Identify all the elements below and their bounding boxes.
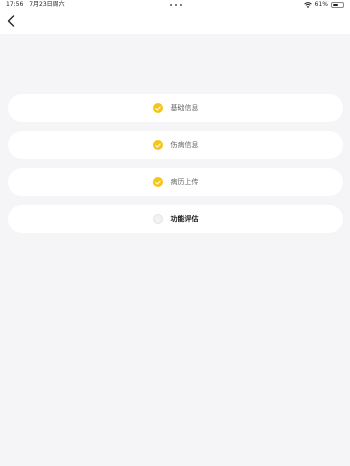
status-date: 7月23日周六 [29,1,65,8]
step-label: 伤病信息 [170,141,199,149]
status-time: 17:56 [6,1,24,8]
back-button[interactable] [4,14,18,28]
check-icon [152,140,163,150]
multitasking-dots-icon[interactable] [170,4,182,7]
status-right: 61% [303,0,344,10]
step-medical-record-upload[interactable]: 病历上传 [8,168,343,196]
chevron-left-icon [7,15,15,27]
step-label: 基础信息 [170,104,199,112]
check-icon [152,103,163,113]
wifi-icon [303,2,312,8]
empty-circle-icon [152,214,163,224]
step-injury-info[interactable]: 伤病信息 [8,131,343,159]
nav-bar [0,10,350,34]
status-bar: 17:56 7月23日周六 61% [0,0,350,10]
battery-icon [331,2,344,8]
step-function-assessment[interactable]: 功能评估 [8,205,343,233]
step-label: 病历上传 [170,178,199,186]
check-icon [152,177,163,187]
step-list: 基础信息 伤病信息 病历上传 功能评估 [8,94,343,242]
status-left: 17:56 7月23日周六 [6,0,65,10]
step-basic-info[interactable]: 基础信息 [8,94,343,122]
battery-percent: 61% [314,1,328,8]
step-label: 功能评估 [170,215,199,223]
battery-level [333,4,339,6]
